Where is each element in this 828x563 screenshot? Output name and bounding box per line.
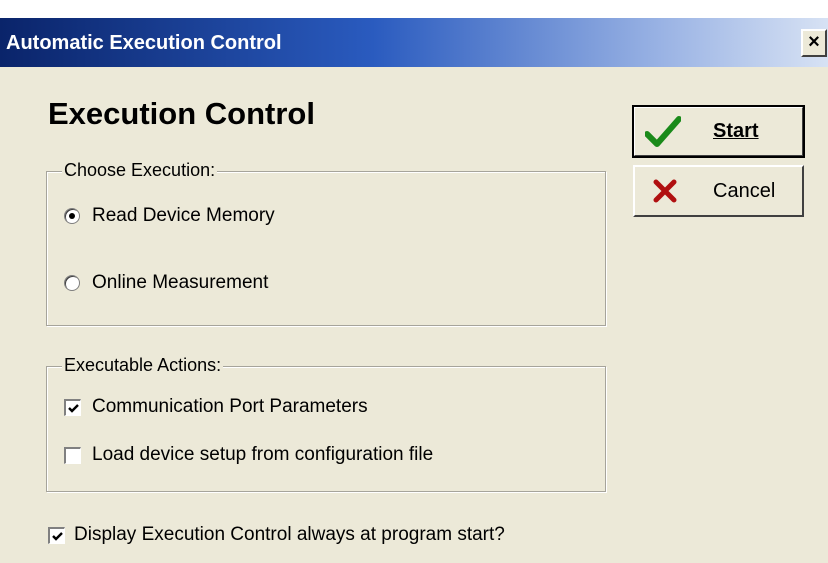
checkbox-display-always[interactable]: Display Execution Control always at prog… — [48, 524, 648, 550]
checkmark-icon — [68, 404, 79, 413]
checkbox-communication-port-parameters[interactable]: Communication Port Parameters — [64, 396, 464, 422]
start-button[interactable]: Start — [632, 105, 805, 158]
title-bar: Automatic Execution Control × — [0, 0, 828, 67]
radio-button[interactable] — [64, 275, 80, 291]
checkbox-label: Display Execution Control always at prog… — [74, 524, 505, 545]
choose-execution-legend: Choose Execution: — [62, 160, 218, 181]
cancel-button-label: Cancel — [713, 180, 776, 202]
close-button[interactable]: × — [801, 29, 827, 57]
radio-button[interactable] — [64, 208, 80, 224]
radio-online-measurement[interactable]: Online Measurement — [64, 272, 334, 298]
checkbox[interactable] — [64, 447, 81, 464]
checkbox[interactable] — [64, 399, 81, 416]
start-button-label: Start — [713, 120, 759, 142]
radio-label: Read Device Memory — [92, 205, 275, 226]
page-title: Execution Control — [48, 96, 315, 131]
checkbox-label: Communication Port Parameters — [92, 396, 368, 417]
executable-actions-legend: Executable Actions: — [62, 355, 224, 376]
cancel-button[interactable]: Cancel — [633, 165, 804, 217]
checkbox[interactable] — [48, 527, 65, 544]
checkbox-label: Load device setup from configuration fil… — [92, 444, 434, 465]
executable-actions-group — [46, 366, 606, 492]
radio-label: Online Measurement — [92, 272, 269, 293]
x-mark-icon — [653, 179, 677, 208]
execution-control-dialog: Automatic Execution Control × Execution … — [0, 0, 828, 563]
window-title: Automatic Execution Control — [6, 32, 282, 54]
choose-execution-group — [46, 171, 606, 326]
radio-read-device-memory[interactable]: Read Device Memory — [64, 205, 334, 231]
radio-selected-dot — [69, 213, 75, 219]
checkmark-icon — [644, 116, 682, 153]
checkmark-icon — [52, 532, 63, 541]
checkbox-load-device-setup[interactable]: Load device setup from configuration fil… — [64, 444, 544, 470]
